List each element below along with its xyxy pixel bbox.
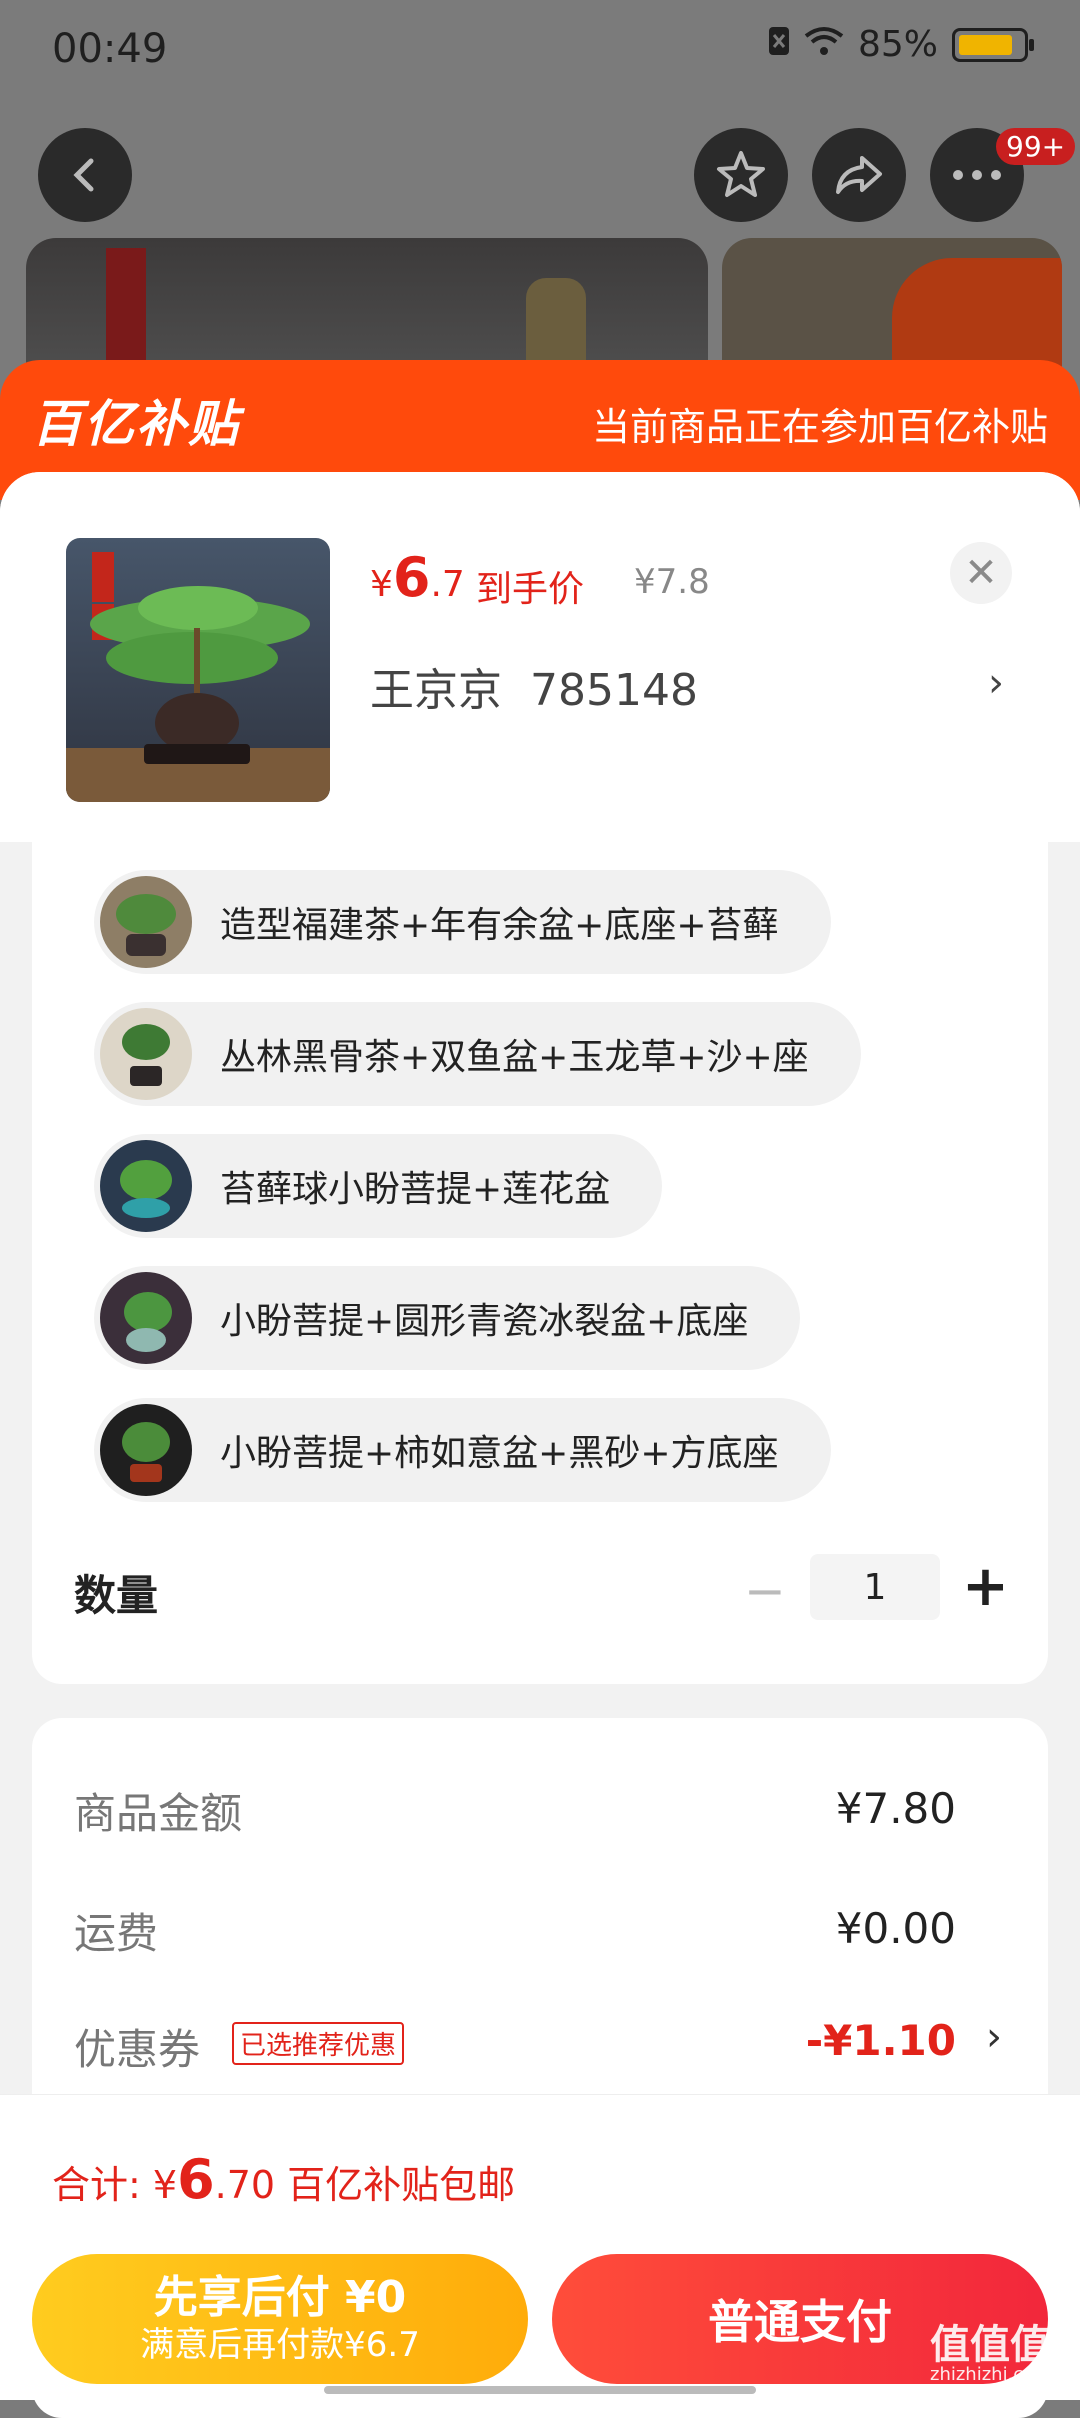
- option-thumbnail: [100, 1404, 192, 1496]
- option-label: 苔藓球小盼菩提+莲花盆: [220, 1169, 611, 1210]
- share-icon: [836, 156, 882, 194]
- original-price: ¥7.8: [634, 562, 710, 602]
- subsidy-logo: 百亿补贴: [32, 395, 240, 453]
- selected-sku[interactable]: 王京京 785148: [370, 654, 698, 718]
- pay-later-button[interactable]: 先享后付 ¥0 满意后再付款¥6.7: [32, 2254, 528, 2384]
- option-chip[interactable]: 丛林黑骨茶+双鱼盆+玉龙草+沙+座: [94, 1002, 861, 1106]
- star-icon: [717, 151, 765, 197]
- option-label: 造型福建茶+年有余盆+底座+苔藓: [220, 905, 779, 946]
- quantity-input[interactable]: 1: [810, 1554, 940, 1620]
- back-button[interactable]: [38, 128, 132, 222]
- status-bar: 00:49 85%: [0, 0, 1080, 100]
- battery-percent: 85%: [857, 24, 938, 65]
- share-button[interactable]: [812, 128, 906, 222]
- option-chip[interactable]: 造型福建茶+年有余盆+底座+苔藓: [94, 870, 831, 974]
- option-thumbnail: [100, 876, 192, 968]
- quantity-increase-button[interactable]: +: [962, 1554, 1009, 1619]
- price-integer: 6: [392, 546, 431, 609]
- order-total: 合计: ¥6.70 百亿补贴包邮: [52, 2148, 515, 2211]
- option-label: 小盼菩提+圆形青瓷冰裂盆+底座: [220, 1301, 749, 1342]
- chevron-right-icon[interactable]: ›: [988, 660, 1004, 706]
- shipping-label: 运费: [74, 1909, 159, 1958]
- more-dots-icon: [953, 170, 1001, 180]
- option-thumbnail: [100, 1008, 192, 1100]
- status-time: 00:49: [52, 26, 168, 72]
- close-button[interactable]: ✕: [950, 542, 1012, 604]
- total-decimal: .70: [214, 2163, 276, 2207]
- pay-later-subtitle: 满意后再付款¥6.7: [140, 2325, 420, 2365]
- favorite-button[interactable]: [694, 128, 788, 222]
- product-thumbnail: [66, 538, 330, 802]
- decoration-banner: [106, 248, 146, 378]
- notification-badge: 99+: [996, 128, 1076, 165]
- option-thumbnail: [100, 1140, 192, 1232]
- price-label: 到手价: [476, 569, 585, 610]
- quantity-label: 数量: [74, 1571, 159, 1620]
- close-icon: ✕: [964, 550, 998, 596]
- coupon-label: 优惠券: [74, 2025, 201, 2074]
- currency-symbol: ¥: [370, 564, 393, 605]
- option-chip[interactable]: 苔藓球小盼菩提+莲花盆: [94, 1134, 663, 1238]
- quantity-decrease-button[interactable]: −: [744, 1562, 786, 1620]
- watermark-url: zhizhizhi.com: [930, 2364, 1052, 2385]
- goods-amount-value: ¥7.80: [835, 1784, 956, 1833]
- option-label: 丛林黑骨茶+双鱼盆+玉龙草+沙+座: [220, 1037, 809, 1078]
- chevron-left-icon: [73, 158, 94, 192]
- subsidy-note: 当前商品正在参加百亿补贴: [591, 405, 1048, 449]
- wifi-icon: [804, 24, 844, 65]
- home-indicator[interactable]: [324, 2386, 756, 2394]
- battery-icon: [952, 27, 1034, 62]
- coupon-recommended-tag: 已选推荐优惠: [232, 2022, 405, 2065]
- price-decimal: .7: [430, 564, 465, 605]
- status-icons: 85%: [768, 24, 1034, 65]
- pay-later-title: 先享后付 ¥0: [153, 2272, 407, 2323]
- product-price: ¥6.7: [370, 546, 465, 609]
- option-label: 小盼菩提+柿如意盆+黑砂+方底座: [220, 1433, 779, 1474]
- watermark-logo: 值值值: [930, 2322, 1050, 2368]
- total-suffix: 百亿补贴包邮: [275, 2163, 516, 2207]
- option-chip[interactable]: 小盼菩提+圆形青瓷冰裂盆+底座: [94, 1266, 801, 1370]
- option-chip[interactable]: 小盼菩提+柿如意盆+黑砂+方底座: [94, 1398, 831, 1502]
- shipping-value: ¥0.00: [835, 1904, 956, 1953]
- goods-amount-label: 商品金额: [74, 1789, 243, 1838]
- total-prefix: 合计: ¥: [52, 2163, 178, 2207]
- option-thumbnail: [100, 1272, 192, 1364]
- sim-icon: [768, 24, 790, 65]
- chevron-right-icon[interactable]: ›: [986, 2014, 1002, 2060]
- total-integer: 6: [177, 2148, 215, 2211]
- coupon-value[interactable]: -¥1.10: [806, 2016, 956, 2065]
